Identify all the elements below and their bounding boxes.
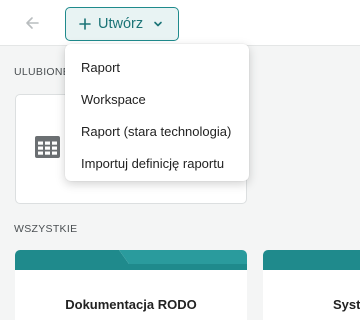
report-card[interactable]: Dokumentacja RODO <box>15 250 247 320</box>
menu-item-raport[interactable]: Raport <box>65 51 249 83</box>
menu-item-workspace[interactable]: Workspace <box>65 83 249 115</box>
arrow-left-icon <box>26 17 39 29</box>
report-card-title: Dokumentacja RODO <box>65 297 197 312</box>
all-section-label: WSZYSTKIE <box>14 223 78 235</box>
create-dropdown-menu: Raport Workspace Raport (stara technolog… <box>65 44 249 181</box>
favorites-section-label: ULUBIONE <box>14 66 71 78</box>
chevron-down-icon <box>154 21 162 27</box>
plus-icon <box>79 18 91 30</box>
back-button[interactable] <box>20 11 44 35</box>
menu-item-raport-legacy[interactable]: Raport (stara technologia) <box>65 115 249 147</box>
table-grid-icon <box>35 136 60 158</box>
report-card-title: Syste <box>333 297 360 312</box>
folder-tab-strip <box>263 250 360 270</box>
report-card[interactable]: Syste <box>263 250 360 320</box>
menu-item-import-report[interactable]: Importuj definicję raportu <box>65 147 249 179</box>
folder-tab-strip <box>15 250 247 270</box>
top-bar: Utwórz <box>0 0 360 46</box>
create-button[interactable]: Utwórz <box>65 7 179 41</box>
create-button-label: Utwórz <box>98 16 144 32</box>
